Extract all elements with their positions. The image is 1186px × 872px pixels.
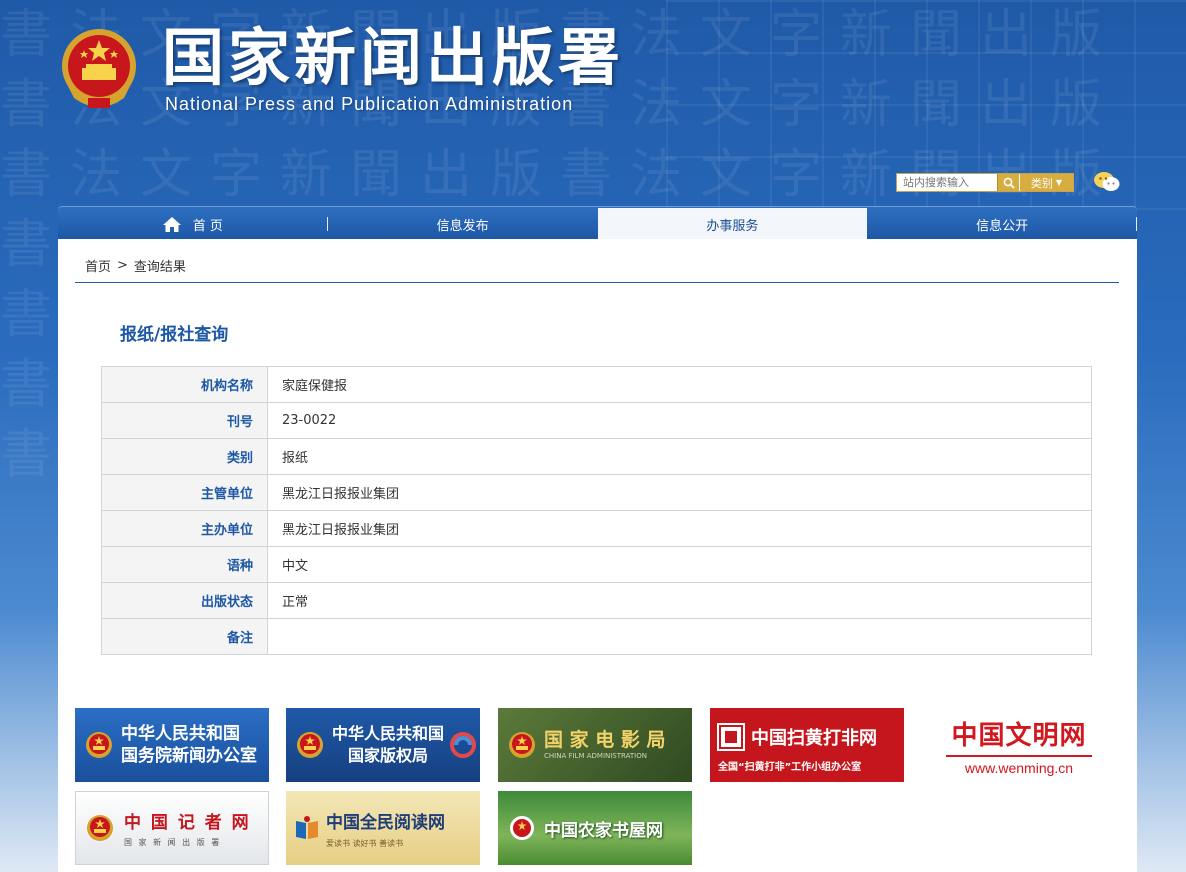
- breadcrumb: 首页 > 查询结果: [85, 256, 186, 275]
- link-read-line1: 中国全民阅读网: [326, 812, 445, 833]
- table-row: 备注: [101, 618, 1092, 655]
- row-value: 23-0022: [267, 402, 1092, 439]
- site-title: 国家新闻出版署: [162, 21, 625, 94]
- row-value: 黑龙江日报报业集团: [267, 510, 1092, 547]
- page-title: 报纸/报社查询: [120, 325, 229, 345]
- link-film-line1: 国 家 电 影 局: [544, 729, 666, 751]
- nav-services-label: 办事服务: [706, 218, 759, 234]
- link-scio-line1: 中华人民共和国: [121, 724, 240, 744]
- search-icon: [1003, 177, 1015, 189]
- table-row: 刊号 23-0022: [101, 402, 1092, 439]
- row-value: 家庭保健报: [267, 366, 1092, 403]
- row-label: 主管单位: [101, 474, 268, 511]
- table-row: 机构名称 家庭保健报: [101, 366, 1092, 403]
- breadcrumb-separator: >: [117, 258, 128, 273]
- nav-divider: [1136, 217, 1137, 231]
- home-icon: [162, 216, 181, 232]
- chevron-down-icon: ▼: [1055, 178, 1063, 187]
- link-wenming-line1: 中国文明网: [951, 720, 1087, 751]
- link-jizhe[interactable]: 中 国 记 者 网 国 家 新 闻 出 版 署: [75, 791, 269, 865]
- table-row: 出版状态 正常: [101, 582, 1092, 619]
- row-label: 备注: [101, 618, 268, 655]
- row-label: 语种: [101, 546, 268, 583]
- link-shdf-line1: 中国扫黄打非网: [751, 728, 877, 749]
- shdf-seal-icon: [717, 723, 745, 751]
- link-scio-line2: 国务院新闻办公室: [121, 746, 257, 766]
- site-subtitle: National Press and Publication Administr…: [165, 94, 574, 114]
- nav-info-release-label: 信息发布: [436, 218, 489, 234]
- link-wenming[interactable]: 中国文明网 www.wenming.cn: [922, 708, 1116, 782]
- category-label: 类别: [1030, 176, 1053, 190]
- search-input[interactable]: [897, 174, 997, 191]
- wechat-icon[interactable]: [1093, 171, 1121, 193]
- row-label: 机构名称: [101, 366, 268, 403]
- row-label: 主办单位: [101, 510, 268, 547]
- national-emblem-icon[interactable]: [58, 26, 140, 112]
- row-value: 中文: [267, 546, 1092, 583]
- link-film-line2: CHINA FILM ADMINISTRATION: [544, 752, 647, 760]
- nav-home[interactable]: 首 页: [58, 208, 328, 240]
- link-read-line2: 爱读书 读好书 善读书: [326, 838, 404, 848]
- site-search: 类别 ▼: [896, 173, 1074, 192]
- link-wenming-line2: www.wenming.cn: [964, 759, 1074, 776]
- book-icon: [296, 816, 318, 839]
- link-shdf[interactable]: 中国扫黄打非网 全国“扫黄打非”工作小组办公室: [710, 708, 904, 782]
- emblem-icon: [509, 732, 535, 758]
- details-table: 机构名称 家庭保健报 刊号 23-0022 类别 报纸 主管单位 黑龙江日报报业…: [101, 366, 1092, 655]
- nav-home-label: 首 页: [192, 218, 223, 234]
- link-jizhe-line2: 国 家 新 闻 出 版 署: [124, 838, 222, 847]
- row-value: [267, 618, 1092, 655]
- emblem-icon: [86, 732, 112, 758]
- link-read[interactable]: 中国全民阅读网 爱读书 读好书 善读书: [286, 791, 480, 865]
- row-value: 黑龙江日报报业集团: [267, 474, 1092, 511]
- emblem-icon: [297, 732, 323, 758]
- link-farm-line1: 中国农家书屋网: [544, 820, 663, 841]
- table-row: 主办单位 黑龙江日报报业集团: [101, 510, 1092, 547]
- wenming-divider: [946, 754, 1092, 757]
- breadcrumb-current: 查询结果: [133, 260, 186, 275]
- category-select[interactable]: 类别 ▼: [1019, 174, 1073, 191]
- link-jizhe-line1: 中 国 记 者 网: [124, 813, 251, 833]
- nav-info-disclosure-label: 信息公开: [976, 218, 1029, 234]
- site-header: 国家新闻出版署 National Press and Publication A…: [0, 0, 1186, 206]
- link-shdf-line2: 全国“扫黄打非”工作小组办公室: [718, 762, 862, 773]
- link-scio[interactable]: 中华人民共和国 国务院新闻办公室: [75, 708, 269, 782]
- link-farm[interactable]: 中国农家书屋网: [498, 791, 692, 865]
- emblem-icon: [87, 815, 113, 841]
- breadcrumb-home-link[interactable]: 首页: [85, 256, 111, 275]
- table-row: 类别 报纸: [101, 438, 1092, 475]
- link-ncac[interactable]: 中华人民共和国 国家版权局: [286, 708, 480, 782]
- row-label: 出版状态: [101, 582, 268, 619]
- link-ncac-line2: 国家版权局: [348, 746, 429, 765]
- table-row: 主管单位 黑龙江日报报业集团: [101, 474, 1092, 511]
- row-label: 刊号: [101, 402, 268, 439]
- search-button[interactable]: [997, 174, 1019, 191]
- table-row: 语种 中文: [101, 546, 1092, 583]
- link-film[interactable]: 国 家 电 影 局 CHINA FILM ADMINISTRATION: [498, 708, 692, 782]
- copyright-logo-icon: [450, 732, 477, 758]
- breadcrumb-divider: [75, 282, 1119, 283]
- row-value: 报纸: [267, 438, 1092, 475]
- nav-info-release[interactable]: 信息发布: [328, 208, 598, 240]
- nav-info-disclosure[interactable]: 信息公开: [867, 208, 1137, 240]
- nav-services[interactable]: 办事服务: [597, 208, 868, 240]
- main-navigation: 首 页 信息发布 办事服务 信息公开: [58, 206, 1137, 240]
- main-content: 首页 > 查询结果 报纸/报社查询 机构名称 家庭保健报 刊号 23-0022 …: [58, 239, 1137, 872]
- farm-logo-icon: [510, 816, 534, 840]
- row-value: 正常: [267, 582, 1092, 619]
- link-ncac-line1: 中华人民共和国: [332, 724, 445, 743]
- row-label: 类别: [101, 438, 268, 475]
